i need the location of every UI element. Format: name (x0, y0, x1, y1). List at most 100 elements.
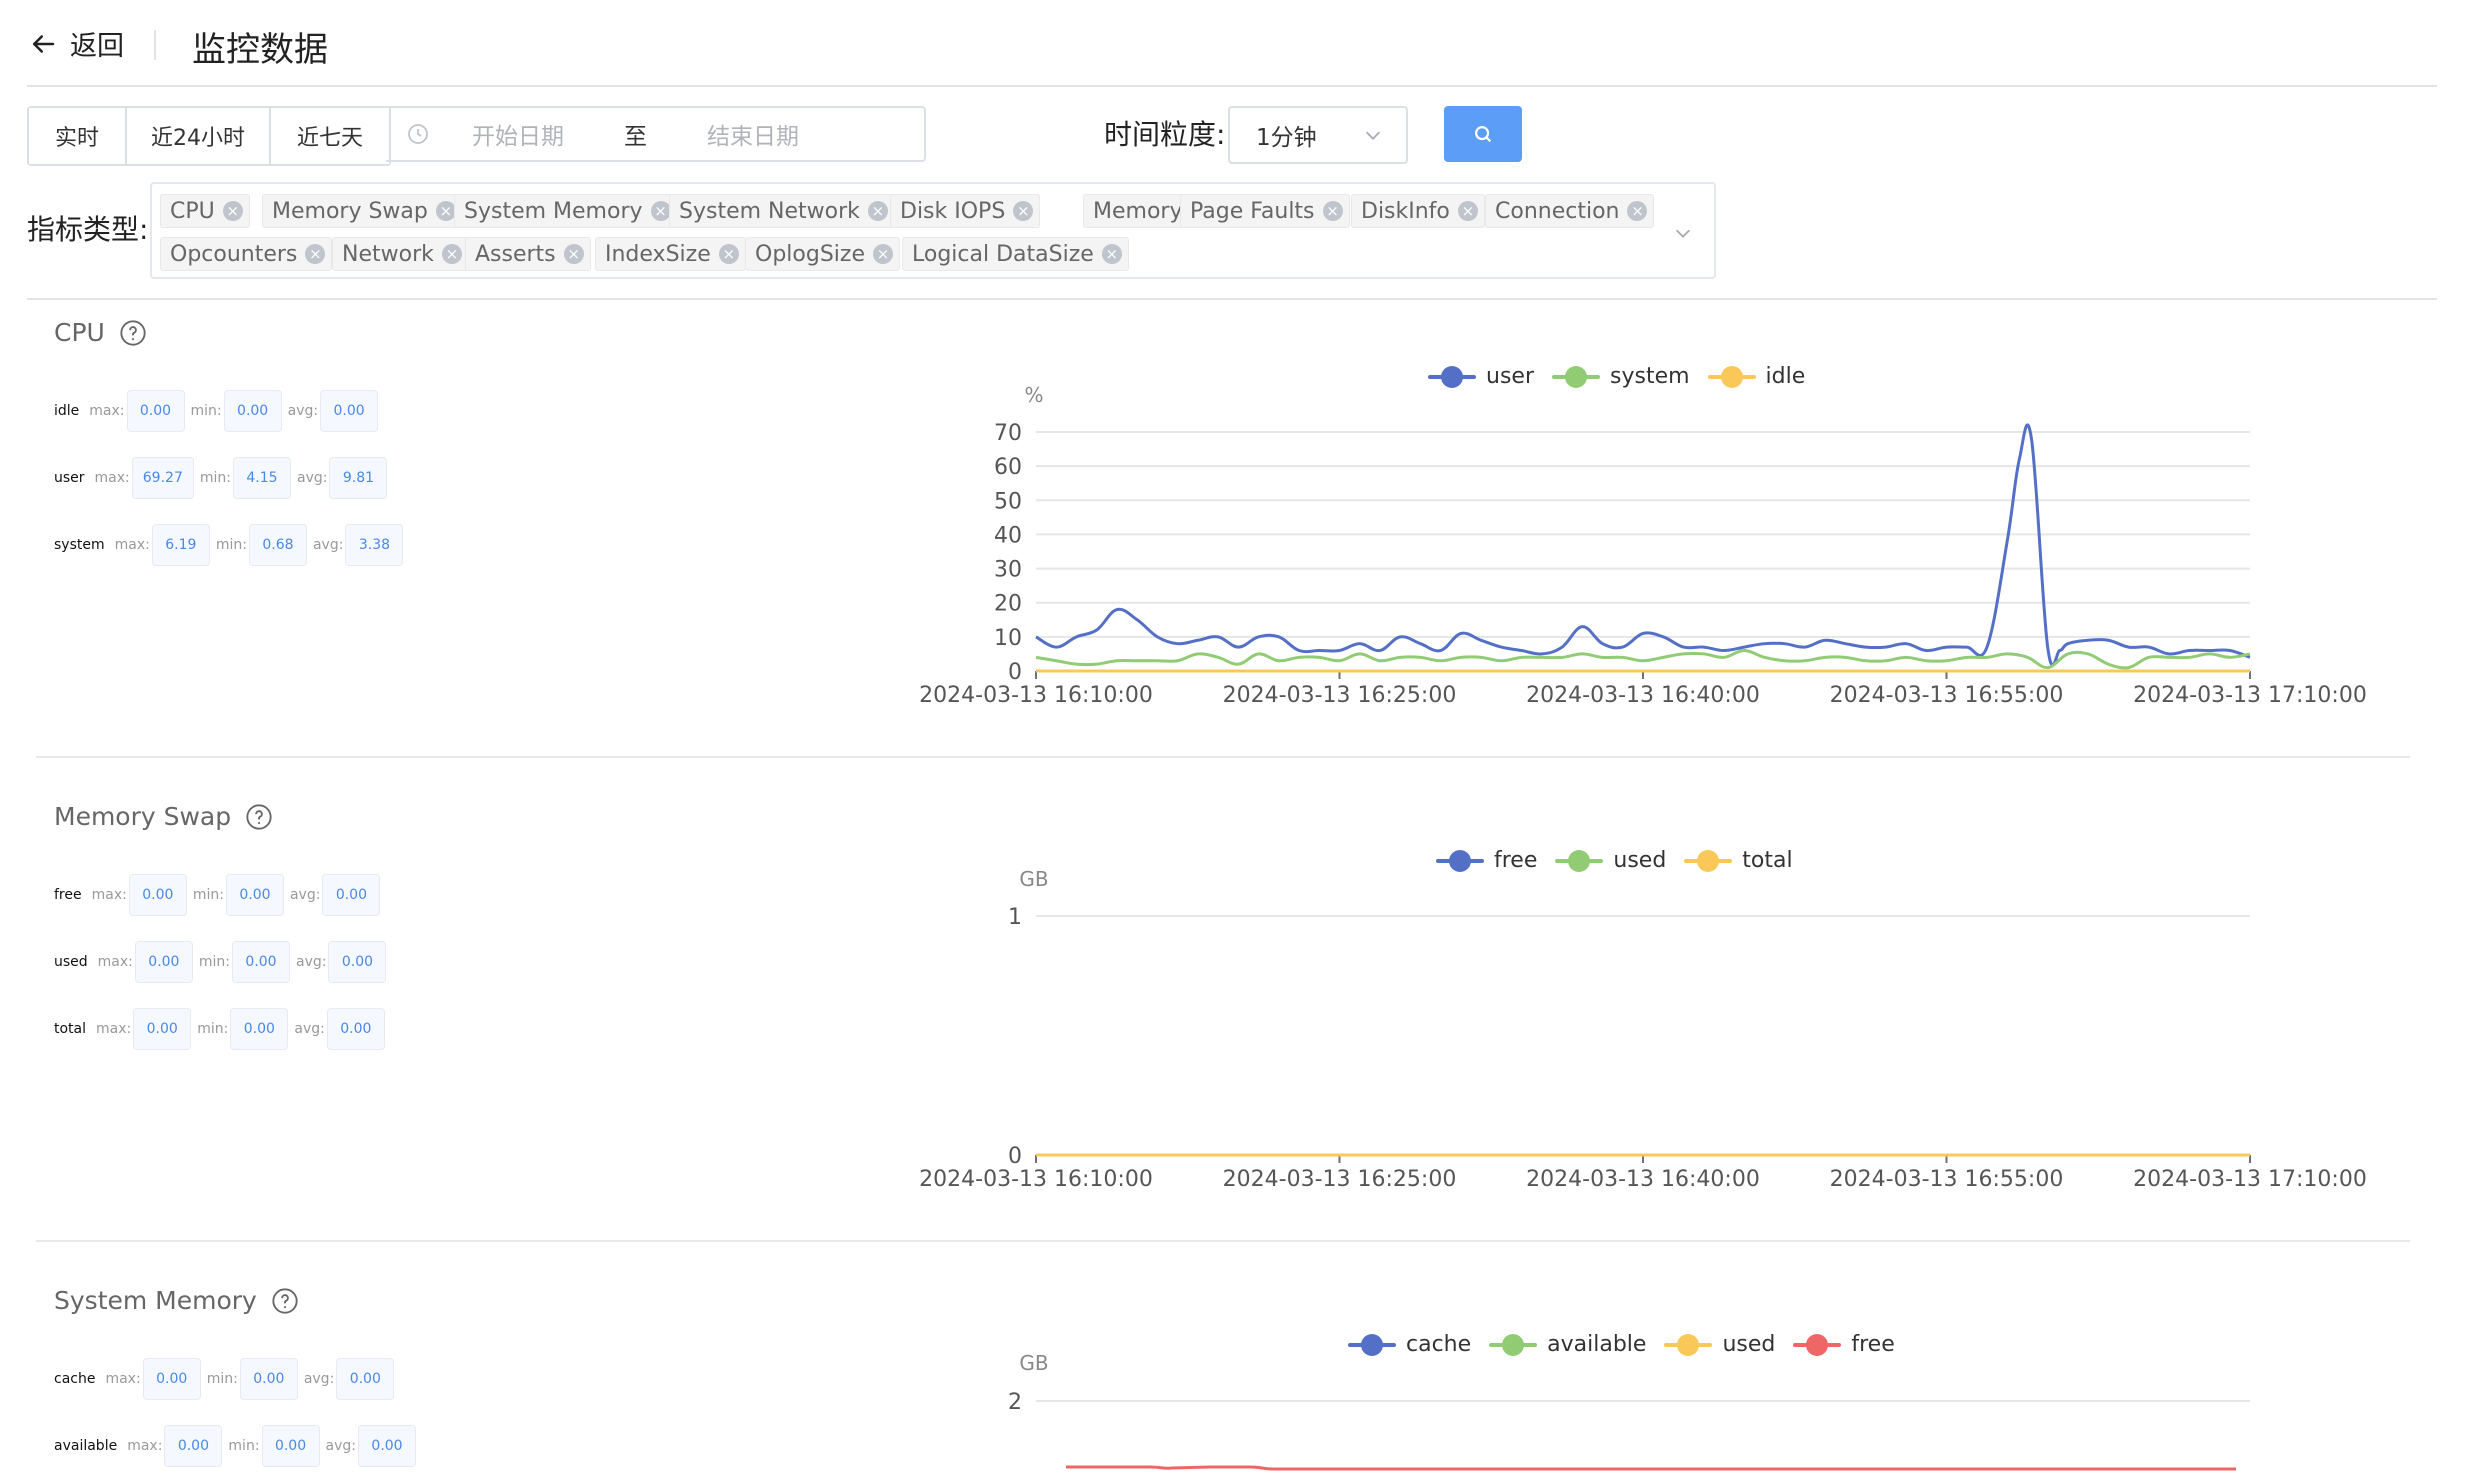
metric-tag-label: CPU (170, 198, 215, 224)
chevron-down-icon[interactable] (1672, 222, 1694, 244)
close-icon[interactable]: × (305, 244, 326, 264)
close-icon[interactable]: × (563, 244, 584, 264)
granularity-value: 1分钟 (1256, 125, 1317, 151)
close-icon[interactable]: × (435, 201, 456, 221)
metric-tag-label: System Memory (464, 198, 643, 224)
metric-tag[interactable]: Memory Swap × (262, 194, 463, 228)
toolbar-rule (27, 298, 2437, 300)
metric-type-label: 指标类型: (27, 213, 149, 246)
back-label: 返回 (70, 31, 124, 62)
close-icon[interactable]: × (867, 201, 888, 221)
stat-min-value: 0.00 (239, 1358, 298, 1400)
y-tick-label: 70 (994, 421, 1022, 446)
stat-avg-label: avg: (296, 470, 328, 486)
stat-min-value: 0.68 (248, 524, 307, 566)
start-date-input[interactable]: 开始日期 (472, 117, 564, 151)
section-title-system-memory: System Memory (54, 1286, 299, 1315)
y-tick-label: 30 (994, 558, 1022, 583)
x-tick-label: 2024-03-13 16:10:00 (919, 683, 1153, 708)
date-range-picker[interactable]: 开始日期 至 结束日期 (386, 106, 926, 162)
stat-row: total max: 0.00 min: 0.00 avg: 0.00 (54, 1008, 385, 1050)
stat-name: user (54, 470, 85, 486)
metric-tag[interactable]: DiskInfo × (1351, 194, 1485, 228)
back-button[interactable]: 返回 (28, 24, 124, 63)
close-icon[interactable]: × (1322, 201, 1343, 221)
stat-row: idle max: 0.00 min: 0.00 avg: 0.00 (54, 390, 379, 432)
close-icon[interactable]: × (1457, 201, 1478, 221)
metric-tag[interactable]: System Network × (669, 194, 895, 228)
end-date-input[interactable]: 结束日期 (707, 117, 799, 151)
close-icon[interactable]: × (872, 244, 893, 264)
metric-tag[interactable]: System Memory × (454, 194, 678, 228)
close-icon[interactable]: × (650, 201, 671, 221)
stat-avg-value: 0.00 (328, 941, 387, 983)
close-icon[interactable]: × (222, 201, 243, 221)
stat-min-value: 0.00 (225, 874, 284, 916)
range-7d-button[interactable]: 近七天 (271, 108, 389, 164)
granularity-select[interactable]: 1分钟 (1228, 106, 1408, 164)
stat-avg-value: 0.00 (336, 1358, 395, 1400)
close-icon[interactable]: × (718, 244, 739, 264)
x-tick-label: 2024-03-13 16:40:00 (1526, 683, 1760, 708)
y-tick-label: 1 (1008, 905, 1022, 930)
section-title-memory-swap: Memory Swap (54, 802, 273, 831)
close-icon[interactable]: × (1627, 201, 1648, 221)
metric-tag[interactable]: Network × (332, 237, 469, 271)
help-circle-icon[interactable] (271, 1287, 299, 1315)
section-divider (36, 756, 2410, 758)
range-realtime-button[interactable]: 实时 (29, 108, 127, 164)
metric-tag[interactable]: Opcounters × (160, 237, 333, 271)
stat-row: cache max: 0.00 min: 0.00 avg: 0.00 (54, 1358, 395, 1400)
axis-unit: GB (1019, 867, 1048, 891)
metric-tag-label: OplogSize (755, 241, 865, 267)
metric-tag-label: IndexSize (605, 241, 711, 267)
stat-min-label: min: (199, 470, 231, 486)
stat-max-value: 0.00 (133, 1008, 192, 1050)
stat-min-value: 4.15 (232, 457, 291, 499)
metric-tag[interactable]: Connection × (1485, 194, 1655, 228)
series-line-free (1066, 1465, 2236, 1471)
stat-max-value: 6.19 (151, 524, 210, 566)
range-24h-button[interactable]: 近24小时 (127, 108, 271, 164)
stat-min-label: min: (215, 537, 247, 553)
series-line-system (1035, 649, 2251, 670)
search-button[interactable] (1444, 106, 1522, 162)
metric-tag[interactable]: Asserts × (465, 237, 591, 271)
section-title-cpu: CPU (54, 318, 147, 347)
metric-tag[interactable]: OplogSize × (745, 237, 900, 271)
metric-tag[interactable]: CPU × (160, 194, 250, 228)
axis-unit: GB (1019, 1351, 1048, 1375)
x-tick-label: 2024-03-13 16:10:00 (919, 1167, 1153, 1192)
stat-avg-label: avg: (287, 403, 319, 419)
section-divider (36, 1240, 2410, 1242)
close-icon[interactable]: × (1101, 244, 1122, 264)
stat-avg-value: 0.00 (320, 390, 379, 432)
search-icon (1475, 126, 1492, 143)
y-tick-label: 50 (994, 489, 1022, 514)
close-icon[interactable]: × (1013, 201, 1034, 221)
x-tick-label: 2024-03-13 16:25:00 (1223, 683, 1457, 708)
stat-max-label: max: (114, 537, 150, 553)
stat-row: free max: 0.00 min: 0.00 avg: 0.00 (54, 874, 381, 916)
stat-max-value: 0.00 (126, 390, 185, 432)
axis-unit: % (1024, 383, 1043, 407)
x-tick-label: 2024-03-13 16:25:00 (1223, 1167, 1457, 1192)
metric-tag[interactable]: Page Faults × (1180, 194, 1350, 228)
metric-tag[interactable]: IndexSize × (595, 237, 746, 271)
stat-row: user max: 69.27 min: 4.15 avg: 9.81 (54, 457, 388, 499)
metric-tag[interactable]: Logical DataSize × (902, 237, 1129, 271)
stat-avg-value: 3.38 (345, 524, 404, 566)
metric-tag-label: Network (342, 241, 434, 267)
stat-min-label: min: (192, 887, 224, 903)
stat-max-label: max: (97, 954, 133, 970)
stat-name: available (54, 1438, 118, 1454)
stat-min-label: min: (197, 1021, 229, 1037)
help-circle-icon[interactable] (119, 319, 147, 347)
metric-tag[interactable]: Disk IOPS × (890, 194, 1041, 228)
close-icon[interactable]: × (441, 244, 462, 264)
help-circle-icon[interactable] (245, 803, 273, 831)
y-tick-label: 10 (994, 626, 1022, 651)
stat-name: idle (54, 403, 80, 419)
stat-min-label: min: (228, 1438, 260, 1454)
stat-min-label: min: (198, 954, 231, 970)
